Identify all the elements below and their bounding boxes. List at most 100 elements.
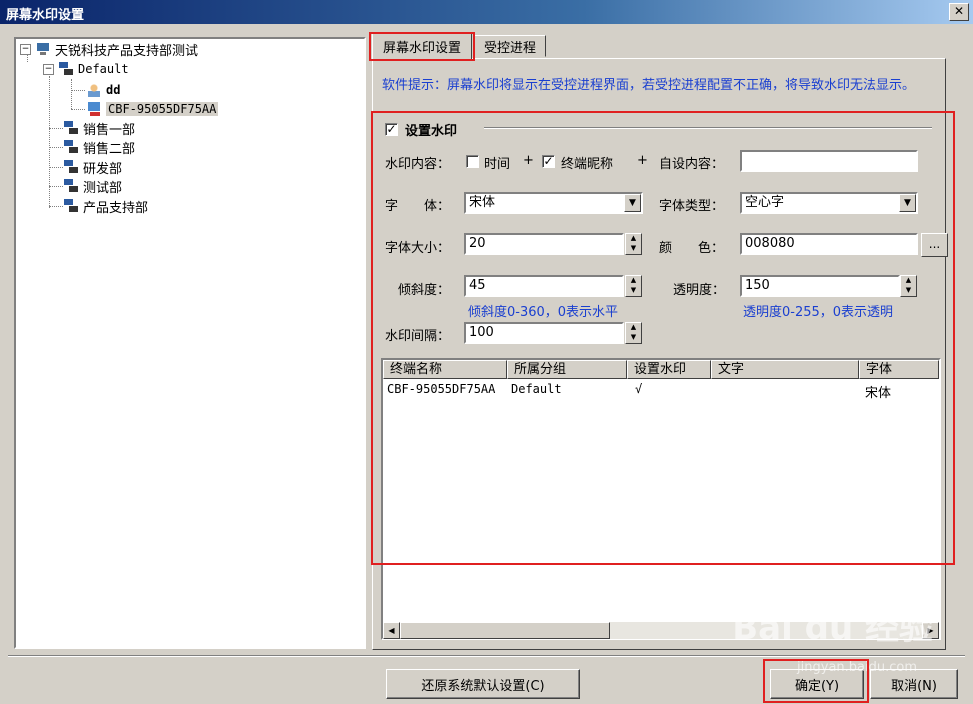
tree-computer[interactable]: CBF-95055DF75AA — [86, 100, 219, 118]
row-name: CBF-95055DF75AA — [387, 382, 496, 396]
row-watermark: √ — [635, 382, 643, 396]
tilt-stepper[interactable]: ▲ ▼ — [625, 275, 642, 297]
plus-sign: + — [637, 153, 648, 168]
opacity-label: 透明度： — [673, 283, 726, 298]
tree-root-label: 天锐科技产品支持部测试 — [55, 43, 199, 59]
font-type-label: 字体类型： — [659, 199, 725, 214]
column-header-group[interactable]: 所属分组 — [507, 360, 627, 379]
group-icon — [63, 120, 79, 136]
spin-up-icon[interactable]: ▲ — [626, 234, 641, 244]
spin-up-icon[interactable]: ▲ — [626, 276, 641, 286]
spin-down-icon[interactable]: ▼ — [626, 244, 641, 254]
tree-computer-label: CBF-95055DF75AA — [106, 102, 219, 116]
hint-text: 软件提示：屏幕水印将显示在受控进程界面，若受控进程配置不正确，将导致水印无法显示… — [382, 78, 916, 93]
spacing-input[interactable]: 100 — [464, 322, 624, 344]
spin-up-icon[interactable]: ▲ — [901, 276, 916, 286]
tree-group-rnd[interactable]: 研发部 — [63, 158, 123, 177]
chevron-down-icon[interactable]: ▼ — [624, 194, 641, 212]
bottom-separator — [8, 655, 965, 657]
column-header-name[interactable]: 终端名称 — [383, 360, 507, 379]
tree-group-sales1[interactable]: 销售一部 — [63, 119, 136, 138]
close-button[interactable]: ✕ — [949, 3, 969, 21]
group-icon — [63, 139, 79, 155]
font-type-value: 空心字 — [745, 195, 785, 210]
nickname-label: 终端昵称 — [561, 157, 614, 172]
tree-group-label: 产品支持部 — [83, 200, 149, 216]
plus-sign: + — [523, 153, 534, 168]
tree-group-label: 研发部 — [83, 161, 123, 177]
spacing-stepper[interactable]: ▲ ▼ — [625, 322, 642, 344]
terminal-tree[interactable]: − 天锐科技产品支持部测试 − Default dd CBF-95055DF75… — [14, 37, 366, 649]
tree-group-default[interactable]: − Default — [43, 60, 129, 78]
enable-watermark-row[interactable]: ✓ 设置水印 — [385, 120, 457, 139]
time-checkbox[interactable] — [466, 155, 479, 168]
row-group: Default — [511, 382, 562, 396]
spin-down-icon[interactable]: ▼ — [626, 286, 641, 296]
column-header-text[interactable]: 文字 — [711, 360, 859, 379]
network-icon — [35, 41, 51, 57]
column-header-font[interactable]: 字体 — [859, 360, 939, 379]
baidu-logo-watermark: Bai du 经验 — [732, 608, 933, 648]
tree-group-support[interactable]: 产品支持部 — [63, 197, 149, 216]
column-header-watermark[interactable]: 设置水印 — [627, 360, 711, 379]
title-bar: 屏幕水印设置 ✕ — [0, 0, 973, 24]
content-label: 水印内容： — [385, 157, 451, 172]
tree-root[interactable]: − 天锐科技产品支持部测试 — [20, 40, 199, 59]
tree-group-label: 销售一部 — [83, 122, 136, 138]
opacity-input[interactable]: 150 — [740, 275, 900, 297]
tree-user-label: dd — [106, 83, 121, 97]
chevron-down-icon[interactable]: ▼ — [899, 194, 916, 212]
tree-group-label: 测试部 — [83, 180, 123, 196]
tree-group-label: 销售二部 — [83, 141, 136, 157]
custom-content-input[interactable] — [740, 150, 918, 172]
tab-process[interactable]: 受控进程 — [474, 35, 546, 57]
tree-group-label: Default — [78, 62, 129, 76]
time-label: 时间 — [484, 157, 511, 172]
computer-icon — [86, 101, 102, 117]
terminal-list[interactable]: 终端名称 所属分组 设置水印 文字 字体 CBF-95055DF75AA Def… — [381, 358, 941, 640]
tab-process-label: 受控进程 — [483, 40, 536, 56]
row-font: 宋体 — [865, 386, 892, 401]
cancel-label: 取消(N) — [891, 678, 937, 694]
group-icon — [63, 159, 79, 175]
scroll-left-icon[interactable]: ◀ — [383, 622, 400, 639]
tilt-note: 倾斜度0-360，0表示水平 — [468, 305, 619, 320]
font-type-select[interactable]: 空心字 — [740, 192, 918, 214]
nickname-checkbox[interactable]: ✓ — [542, 155, 555, 168]
group-icon — [58, 61, 74, 77]
spin-up-icon[interactable]: ▲ — [626, 323, 641, 333]
user-icon — [86, 82, 102, 98]
tilt-input[interactable]: 45 — [464, 275, 624, 297]
font-size-stepper[interactable]: ▲ ▼ — [625, 233, 642, 255]
spacing-label: 水印间隔： — [385, 329, 451, 344]
opacity-stepper[interactable]: ▲ ▼ — [900, 275, 917, 297]
font-size-input[interactable]: 20 — [464, 233, 624, 255]
tree-user-dd[interactable]: dd — [86, 81, 120, 99]
color-input[interactable]: 008080 — [740, 233, 918, 255]
collapse-icon[interactable]: − — [43, 63, 54, 75]
enable-watermark-label: 设置水印 — [405, 124, 458, 139]
font-select-value: 宋体 — [469, 195, 496, 210]
font-select[interactable]: 宋体 — [464, 192, 643, 214]
group-icon — [63, 178, 79, 194]
enable-watermark-checkbox[interactable]: ✓ — [385, 123, 398, 136]
scroll-thumb[interactable] — [400, 622, 610, 639]
tree-group-test[interactable]: 测试部 — [63, 177, 123, 196]
restore-defaults-label: 还原系统默认设置(C) — [421, 678, 545, 694]
collapse-icon[interactable]: − — [20, 43, 31, 55]
spin-down-icon[interactable]: ▼ — [626, 333, 641, 343]
tab-highlight — [369, 32, 475, 61]
font-size-label: 字体大小： — [385, 241, 451, 256]
group-icon — [63, 198, 79, 214]
group-divider — [484, 127, 932, 129]
spin-down-icon[interactable]: ▼ — [901, 286, 916, 296]
tilt-label: 倾斜度： — [398, 283, 451, 298]
custom-content-label: 自设内容： — [659, 157, 725, 172]
window-title: 屏幕水印设置 — [6, 8, 85, 23]
tree-group-sales2[interactable]: 销售二部 — [63, 138, 136, 157]
baidu-url-watermark: jingyan.baidu.com — [797, 660, 917, 675]
color-label: 颜 色： — [659, 241, 725, 256]
restore-defaults-button[interactable]: 还原系统默认设置(C) — [386, 669, 580, 699]
color-picker-button[interactable]: ... — [921, 233, 948, 257]
font-label: 字 体： — [385, 199, 451, 214]
